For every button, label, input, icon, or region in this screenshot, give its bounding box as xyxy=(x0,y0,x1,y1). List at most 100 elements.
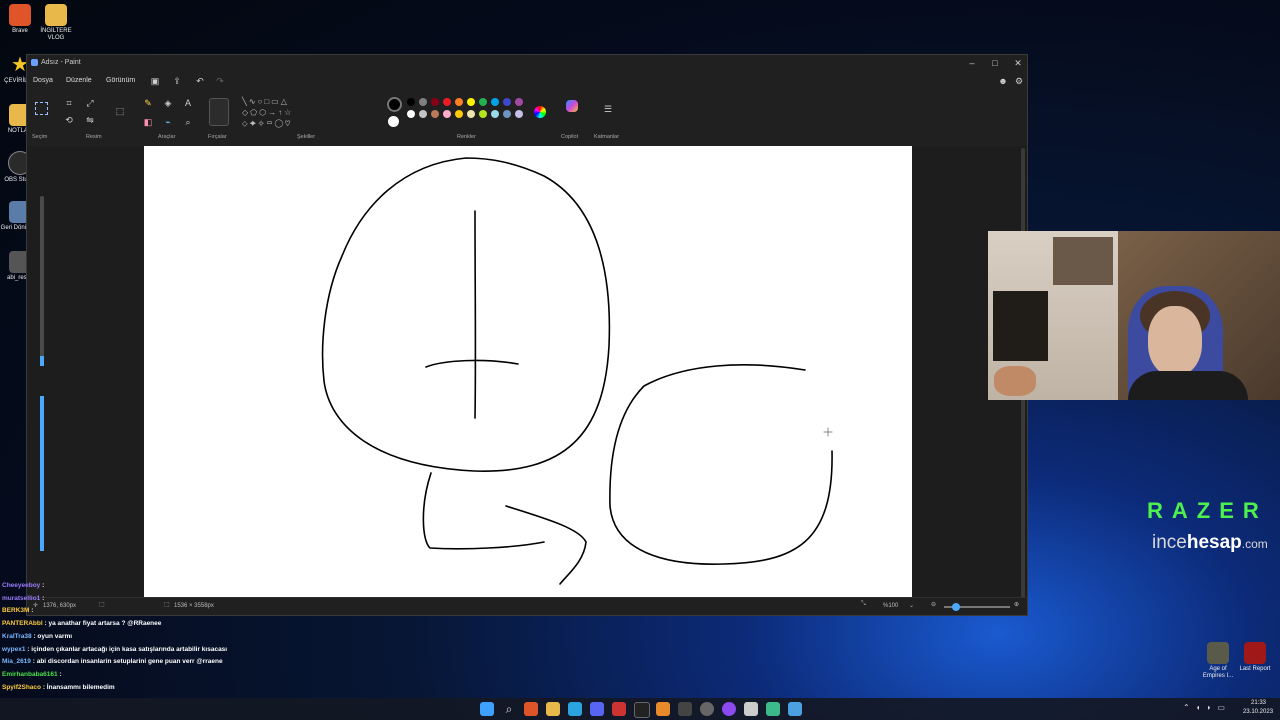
color-swatch[interactable] xyxy=(455,110,463,118)
razer-logo: RAZER xyxy=(1147,498,1268,523)
app-icon[interactable] xyxy=(678,702,692,716)
desktop-icon-label: Brave xyxy=(12,28,28,34)
brave-taskbar-icon[interactable] xyxy=(524,702,538,716)
color-swatch[interactable] xyxy=(515,110,523,118)
magnifier-icon[interactable]: ⌕ xyxy=(183,117,193,127)
tray-icons[interactable]: ⌃◖◗▭ xyxy=(1183,703,1231,712)
share-icon[interactable]: ⇪ xyxy=(172,76,182,86)
chat-username[interactable]: Mia_2619 xyxy=(2,658,31,665)
menu-edit[interactable]: Düzenle xyxy=(66,77,92,84)
color-swatch[interactable] xyxy=(467,98,475,106)
drawing-canvas[interactable] xyxy=(144,146,912,599)
color-picker-icon[interactable]: ⌁ xyxy=(163,117,173,127)
app-icon[interactable] xyxy=(612,702,626,716)
rotate-icon[interactable]: ⟲ xyxy=(64,115,74,125)
search-icon[interactable]: ⌕ xyxy=(502,702,516,716)
zoom-dropdown-icon[interactable]: ⌄ xyxy=(909,602,914,609)
zoom-out-icon[interactable]: ⊖ xyxy=(931,601,936,608)
app-icon[interactable] xyxy=(744,702,758,716)
color-swatch[interactable] xyxy=(407,110,415,118)
paint-taskbar-icon[interactable] xyxy=(788,702,802,716)
flip-icon[interactable]: ⇋ xyxy=(85,115,95,125)
desktop-icon-brave[interactable]: Brave xyxy=(0,4,40,35)
zoom-slider[interactable] xyxy=(944,603,1010,611)
resize-icon[interactable]: ⤢ xyxy=(85,98,95,108)
undo-icon[interactable]: ↶ xyxy=(195,76,205,86)
chat-username[interactable]: Cheeyeeboy xyxy=(2,582,40,589)
settings-icon[interactable]: ⚙ xyxy=(1014,76,1024,86)
menu-file[interactable]: Dosya xyxy=(33,77,53,84)
redo-icon[interactable]: ↷ xyxy=(215,76,225,86)
incehesap-hesap: hesap xyxy=(1186,532,1242,553)
layers-icon[interactable]: ☰ xyxy=(603,104,613,114)
group-label-copilot: Copilot xyxy=(561,134,579,140)
chat-username[interactable]: muratsellio1 xyxy=(2,595,40,602)
fit-window-icon[interactable]: ⤡ xyxy=(861,601,866,608)
group-label-colors: Renkler xyxy=(457,134,476,140)
primary-color[interactable] xyxy=(387,97,402,112)
chat-username[interactable]: Spyif2Shaco xyxy=(2,684,41,691)
zoom-level[interactable]: %100 xyxy=(883,603,898,609)
color-swatch[interactable] xyxy=(467,110,475,118)
size-slider[interactable] xyxy=(40,396,44,551)
eraser-icon[interactable]: ◧ xyxy=(143,117,153,127)
left-sidebar-slider[interactable] xyxy=(40,196,44,366)
chat-username[interactable]: BERK3M xyxy=(2,607,29,614)
color-swatch[interactable] xyxy=(491,110,499,118)
edit-colors-icon[interactable] xyxy=(534,106,546,118)
start-icon[interactable] xyxy=(480,702,494,716)
app-icon[interactable] xyxy=(766,702,780,716)
chat-message: BERK3M : xyxy=(2,605,302,618)
zoom-slider-thumb[interactable] xyxy=(952,603,960,611)
color-swatch[interactable] xyxy=(443,98,451,106)
chat-username[interactable]: KralTra38 xyxy=(2,633,32,640)
copilot-icon[interactable] xyxy=(566,100,578,112)
shapes-gallery[interactable]: ╲∿○□▭△ ◇⬠⬡→↑☆ ⬦✦✧▭◯♡ xyxy=(242,96,318,130)
chat-username[interactable]: wypex1 xyxy=(2,646,26,653)
webcam-frame-dark xyxy=(993,291,1048,361)
clock-date[interactable]: 23.10.2023 xyxy=(1243,709,1273,715)
app-icon[interactable] xyxy=(722,702,736,716)
color-swatch[interactable] xyxy=(479,110,487,118)
chat-username[interactable]: Emirhanbaba6161 xyxy=(2,671,58,678)
color-swatch[interactable] xyxy=(407,98,415,106)
text-icon[interactable]: A xyxy=(183,98,193,108)
minimize-button[interactable]: – xyxy=(964,57,980,69)
save-icon[interactable]: ▣ xyxy=(150,76,160,86)
pencil-icon[interactable]: ✎ xyxy=(143,98,153,108)
incehesap-com: .com xyxy=(1241,537,1268,551)
account-icon[interactable]: ☻ xyxy=(998,76,1008,86)
desktop-icon-last-report[interactable]: Last Report xyxy=(1235,642,1275,673)
chat-username[interactable]: PANTERAbbl xyxy=(2,620,43,627)
color-swatch[interactable] xyxy=(431,110,439,118)
selection-tool[interactable] xyxy=(35,102,48,115)
app-icon[interactable] xyxy=(634,702,650,718)
color-swatch[interactable] xyxy=(443,110,451,118)
zoom-in-icon[interactable]: ⊕ xyxy=(1014,601,1019,608)
secondary-color[interactable] xyxy=(388,116,399,127)
close-button[interactable]: ✕ xyxy=(1010,57,1026,69)
menu-view[interactable]: Görünüm xyxy=(106,77,135,84)
app-icon[interactable] xyxy=(656,702,670,716)
color-swatch[interactable] xyxy=(419,110,427,118)
file-explorer-icon[interactable] xyxy=(546,702,560,716)
color-swatch[interactable] xyxy=(431,98,439,106)
color-swatch[interactable] xyxy=(479,98,487,106)
discord-icon[interactable] xyxy=(590,702,604,716)
color-swatch[interactable] xyxy=(419,98,427,106)
desktop-icon-age-of-empires[interactable]: Age of Empires I... xyxy=(1198,642,1238,680)
brush-icon[interactable] xyxy=(209,98,229,126)
app-icon[interactable] xyxy=(700,702,714,716)
clock-time[interactable]: 21:33 xyxy=(1251,700,1266,706)
fill-icon[interactable]: ◈ xyxy=(163,98,173,108)
color-swatch[interactable] xyxy=(491,98,499,106)
maximize-button[interactable]: □ xyxy=(987,57,1003,69)
desktop-icon-folder-vlog[interactable]: İNGİLTERE VLOG xyxy=(36,4,76,42)
telegram-icon[interactable] xyxy=(568,702,582,716)
color-swatch[interactable] xyxy=(515,98,523,106)
crop-icon[interactable]: ⌗ xyxy=(64,98,74,108)
color-swatch[interactable] xyxy=(503,98,511,106)
color-swatch[interactable] xyxy=(503,110,511,118)
color-swatch[interactable] xyxy=(455,98,463,106)
image-select-icon[interactable]: ⬚ xyxy=(115,106,125,116)
